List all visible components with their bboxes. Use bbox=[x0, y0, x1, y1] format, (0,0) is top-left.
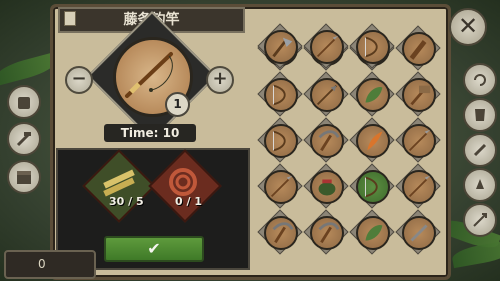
spear-icon bbox=[408, 129, 431, 152]
craft-time: Time: 10 bbox=[104, 124, 196, 142]
armor-icon[interactable] bbox=[463, 98, 497, 132]
leaf-icon bbox=[365, 87, 383, 103]
ingredient-count-bamboo: 30 / 5 bbox=[109, 195, 144, 208]
recipe-slot-pickaxe[interactable] bbox=[257, 209, 303, 255]
recipe-slot-bow[interactable] bbox=[257, 117, 303, 163]
recipe-slot-spear[interactable] bbox=[257, 163, 303, 209]
bow-icon bbox=[273, 130, 286, 152]
recipe-slot-pickaxe[interactable] bbox=[303, 209, 349, 255]
pickaxe-icon bbox=[318, 130, 340, 152]
feather-icon bbox=[367, 131, 383, 151]
craft-button[interactable]: ✔ bbox=[104, 236, 204, 262]
recipe-slot-arrow[interactable] bbox=[303, 71, 349, 117]
ingredient-count-rope: 0 / 1 bbox=[175, 195, 202, 208]
crafting-icon[interactable] bbox=[7, 122, 41, 156]
scroll-icon bbox=[64, 11, 76, 26]
recipe-slot-bow[interactable] bbox=[349, 23, 395, 69]
recipe-slot-tool[interactable] bbox=[395, 209, 441, 255]
close-button[interactable]: ✕ bbox=[449, 8, 487, 46]
recipe-slot-bow[interactable] bbox=[257, 71, 303, 117]
hammer-icon bbox=[410, 85, 431, 106]
recipe-slot-pickaxe[interactable] bbox=[303, 117, 349, 163]
recipe-slot-pot[interactable] bbox=[303, 163, 349, 209]
decrease-button[interactable]: − bbox=[65, 66, 93, 94]
recipe-slot-spear[interactable] bbox=[395, 163, 441, 209]
recipe-slot-leaf[interactable] bbox=[349, 71, 395, 117]
recipe-slot-spear[interactable] bbox=[303, 23, 349, 69]
recipe-slot-leaf[interactable] bbox=[349, 209, 395, 255]
club-icon bbox=[409, 40, 427, 60]
pot-icon bbox=[318, 179, 336, 196]
pickaxe-icon bbox=[272, 222, 294, 244]
bow-icon bbox=[365, 36, 378, 58]
chest-icon[interactable] bbox=[7, 160, 41, 194]
weapon-icon[interactable] bbox=[463, 203, 497, 237]
recipe-slot-bow[interactable] bbox=[349, 163, 395, 209]
campfire-icon[interactable] bbox=[463, 168, 497, 202]
inventory-counter: 0 bbox=[4, 250, 96, 279]
backpack-icon[interactable] bbox=[7, 85, 41, 119]
leaf-icon bbox=[365, 225, 383, 241]
recipe-slot-axe[interactable] bbox=[257, 23, 303, 69]
spear-icon bbox=[316, 35, 339, 58]
axe-icon bbox=[272, 37, 293, 58]
bow-icon bbox=[365, 176, 378, 198]
tool-icon bbox=[410, 224, 428, 242]
recipe-slot-club[interactable] bbox=[395, 25, 441, 71]
bow-icon bbox=[273, 84, 286, 106]
spear-icon bbox=[408, 175, 431, 198]
item-quantity-badge: 1 bbox=[165, 92, 190, 117]
arrow-icon bbox=[316, 84, 338, 106]
refresh-icon[interactable] bbox=[463, 63, 497, 97]
pickaxe-icon bbox=[318, 222, 340, 244]
recipe-slot-hammer[interactable] bbox=[395, 71, 441, 117]
tools-icon[interactable] bbox=[463, 133, 497, 167]
recipe-slot-spear[interactable] bbox=[395, 117, 441, 163]
spear-icon bbox=[270, 175, 293, 198]
recipe-grid bbox=[256, 23, 446, 266]
recipe-slot-feather[interactable] bbox=[349, 117, 395, 163]
increase-button[interactable]: + bbox=[206, 66, 234, 94]
